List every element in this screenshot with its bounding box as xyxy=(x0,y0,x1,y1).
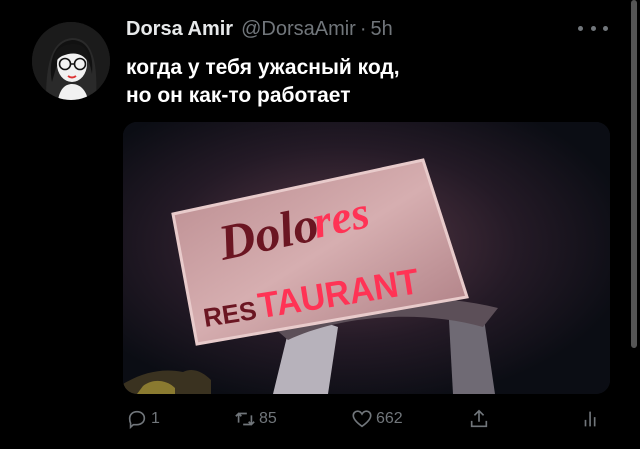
analytics-button[interactable] xyxy=(580,404,602,434)
scrollbar[interactable] xyxy=(631,0,637,348)
retweet-icon xyxy=(235,412,255,426)
share-button[interactable] xyxy=(468,404,490,434)
tweet-header: Dorsa Amir @DorsaAmir · 5h xyxy=(126,16,393,42)
author-name[interactable]: Dorsa Amir xyxy=(126,18,233,41)
avatar[interactable] xyxy=(32,22,110,100)
tweet-actions: 1 85 662 xyxy=(126,404,610,434)
timestamp[interactable]: 5h xyxy=(371,18,393,41)
tweet-text-line: но он как-то работает xyxy=(126,84,351,107)
retweet-button[interactable]: 85 xyxy=(234,404,277,434)
tweet[interactable]: Dorsa Amir @DorsaAmir · 5h когда у тебя … xyxy=(0,0,640,449)
reply-count: 1 xyxy=(151,410,160,427)
tweet-text: когда у тебя ужасный код, но он как-то р… xyxy=(126,54,546,110)
retweet-count: 85 xyxy=(259,410,277,427)
tweet-text-line: когда у тебя ужасный код, xyxy=(126,56,400,79)
like-button[interactable]: 662 xyxy=(351,404,403,434)
author-handle[interactable]: @DorsaAmir xyxy=(241,18,356,41)
analytics-icon xyxy=(584,411,596,427)
more-dots-icon[interactable] xyxy=(578,16,608,40)
tweet-media-image[interactable]: Dolo res RES TAURANT xyxy=(123,122,610,394)
reply-button[interactable]: 1 xyxy=(126,404,160,434)
heart-icon xyxy=(352,410,372,428)
share-icon xyxy=(470,409,488,428)
like-count: 662 xyxy=(376,410,403,427)
separator-dot: · xyxy=(359,17,367,40)
reply-icon xyxy=(128,410,146,430)
